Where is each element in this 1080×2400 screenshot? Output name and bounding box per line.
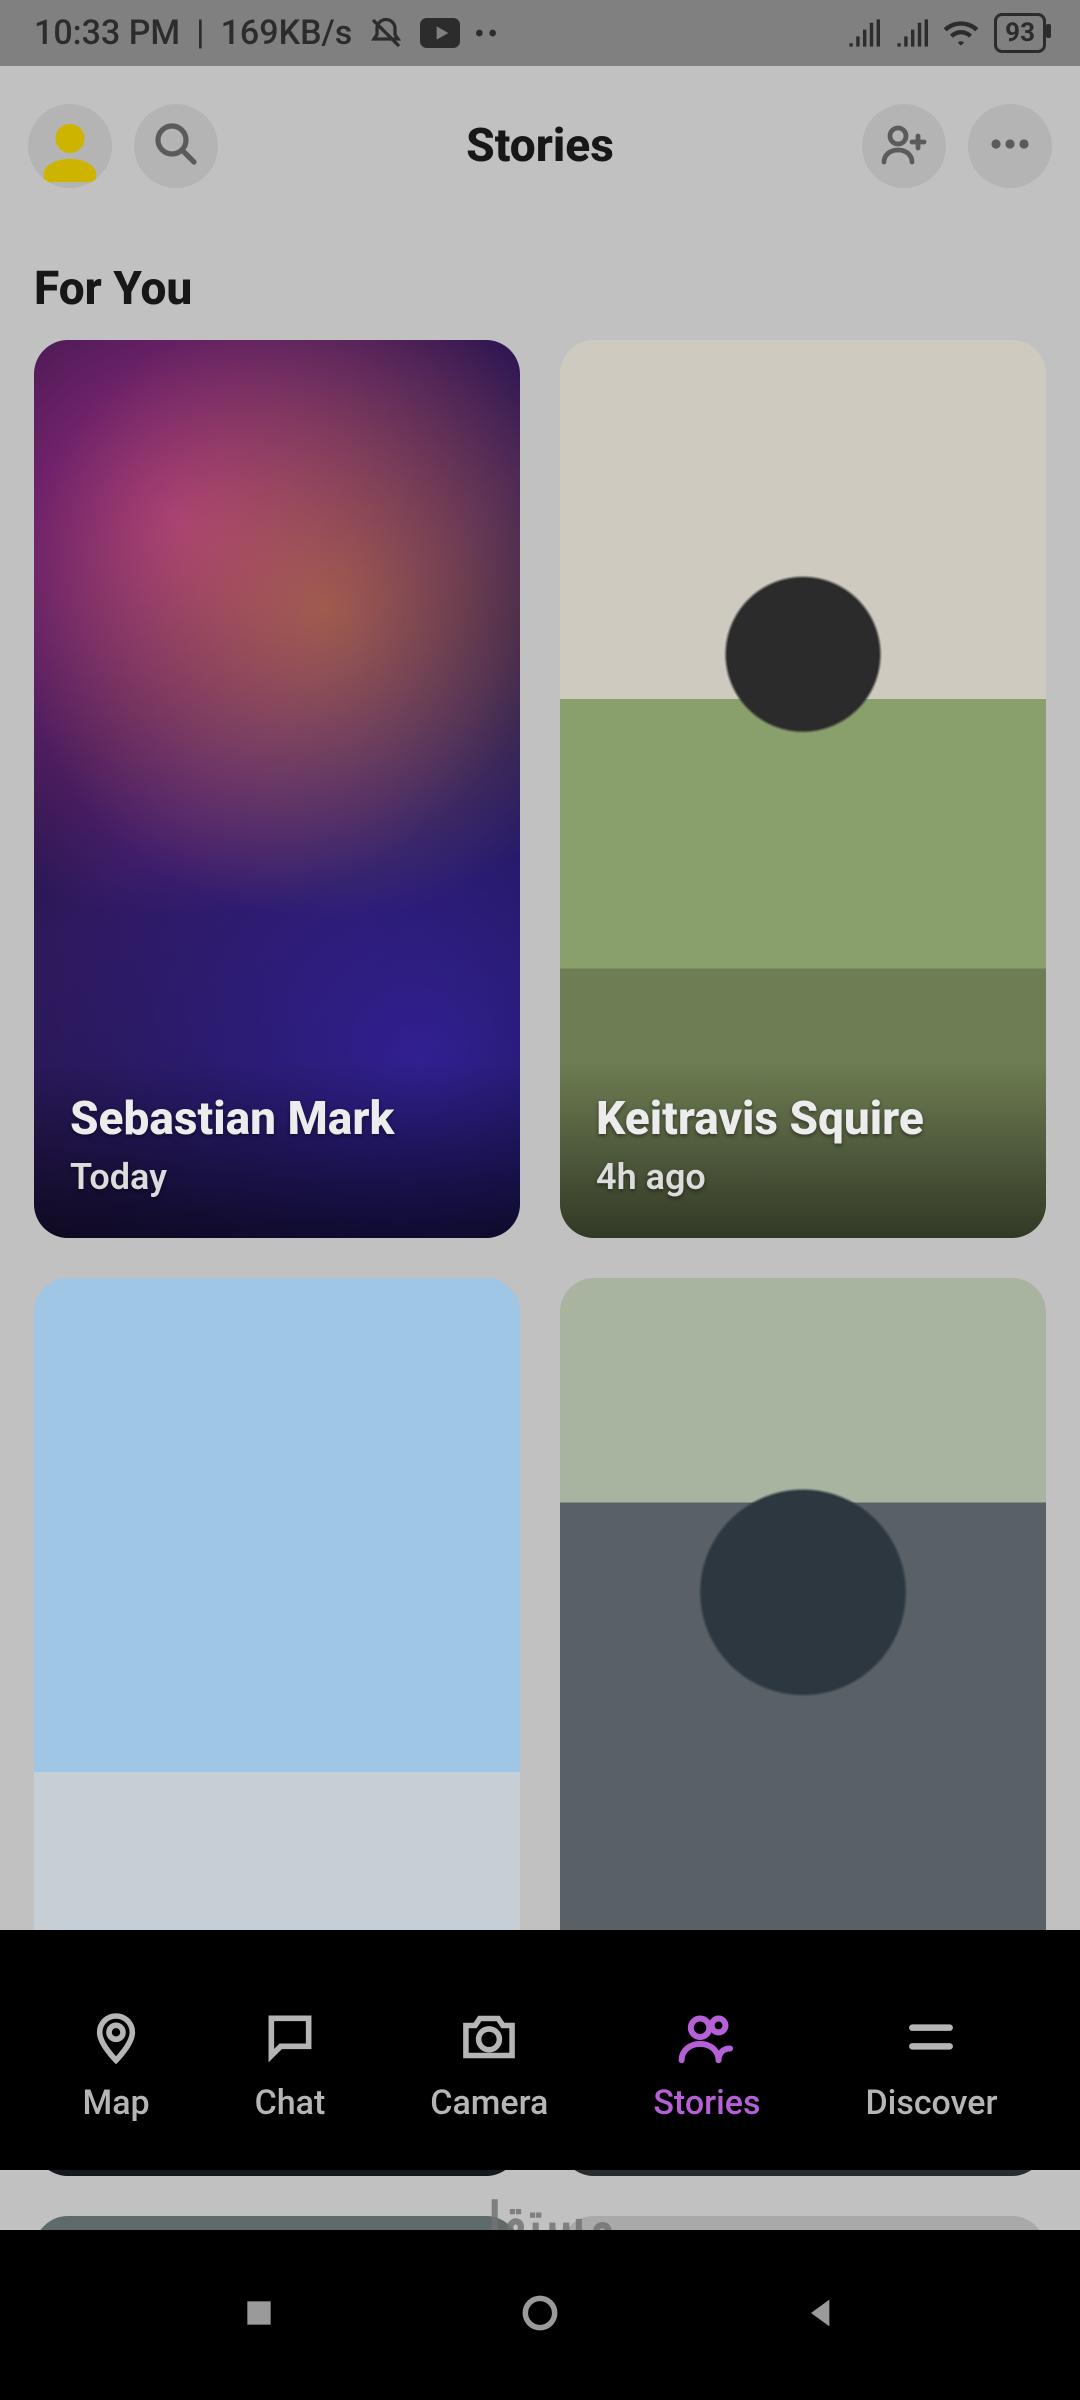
nav-label: Chat [255,2083,326,2123]
nav-camera[interactable]: Camera [430,2005,548,2123]
add-friend-icon [880,120,928,172]
story-name: Sebastian Mark [70,1093,484,1146]
search-icon [152,120,200,172]
pin-icon [84,2005,148,2069]
people-icon [675,2005,739,2069]
nav-label: Camera [430,2083,548,2123]
story-card[interactable]: Sebastian Mark Today [34,340,520,1238]
status-bar: 10:33 PM | 169KB/s 93 [0,0,1080,66]
profile-avatar[interactable] [28,104,112,188]
top-bar: Stories [0,66,1080,226]
home-button[interactable] [518,2291,562,2339]
wifi-icon [942,18,980,48]
story-subtitle: Today [70,1156,484,1198]
status-speed: 169KB/s [221,13,353,53]
status-time: 10:33 PM [34,13,180,53]
signal-1-icon [846,19,880,47]
mute-icon [368,15,404,51]
battery-icon: 93 [994,13,1046,53]
section-for-you: For You [0,226,1080,340]
signal-2-icon [894,19,928,47]
nav-label: Map [82,2083,149,2123]
nav-label: Discover [865,2083,997,2123]
status-sep: | [196,13,204,53]
system-nav [0,2230,1080,2400]
status-right: 93 [846,13,1046,53]
story-name: Keitravis Squire [596,1093,1010,1146]
nav-stories[interactable]: Stories [653,2005,760,2123]
nav-label: Stories [653,2083,760,2123]
camera-icon [457,2005,521,2069]
nav-map[interactable]: Map [82,2005,149,2123]
status-left: 10:33 PM | 169KB/s [34,13,496,53]
add-friend-button[interactable] [862,104,946,188]
battery-level: 93 [1005,18,1035,48]
more-icon [986,120,1034,172]
more-button[interactable] [968,104,1052,188]
nav-chat[interactable]: Chat [255,2005,326,2123]
nav-discover[interactable]: Discover [865,2005,997,2123]
chat-icon [258,2005,322,2069]
youtube-icon [420,18,460,48]
back-button[interactable] [801,2293,841,2337]
story-subtitle: 4h ago [596,1156,1010,1198]
menu-icon [899,2005,963,2069]
recents-button[interactable] [239,2293,279,2337]
bottom-nav: Map Chat Camera Stories Discover [0,1930,1080,2170]
dots-icon [476,28,496,38]
search-button[interactable] [134,104,218,188]
story-card[interactable]: Keitravis Squire 4h ago [560,340,1046,1238]
